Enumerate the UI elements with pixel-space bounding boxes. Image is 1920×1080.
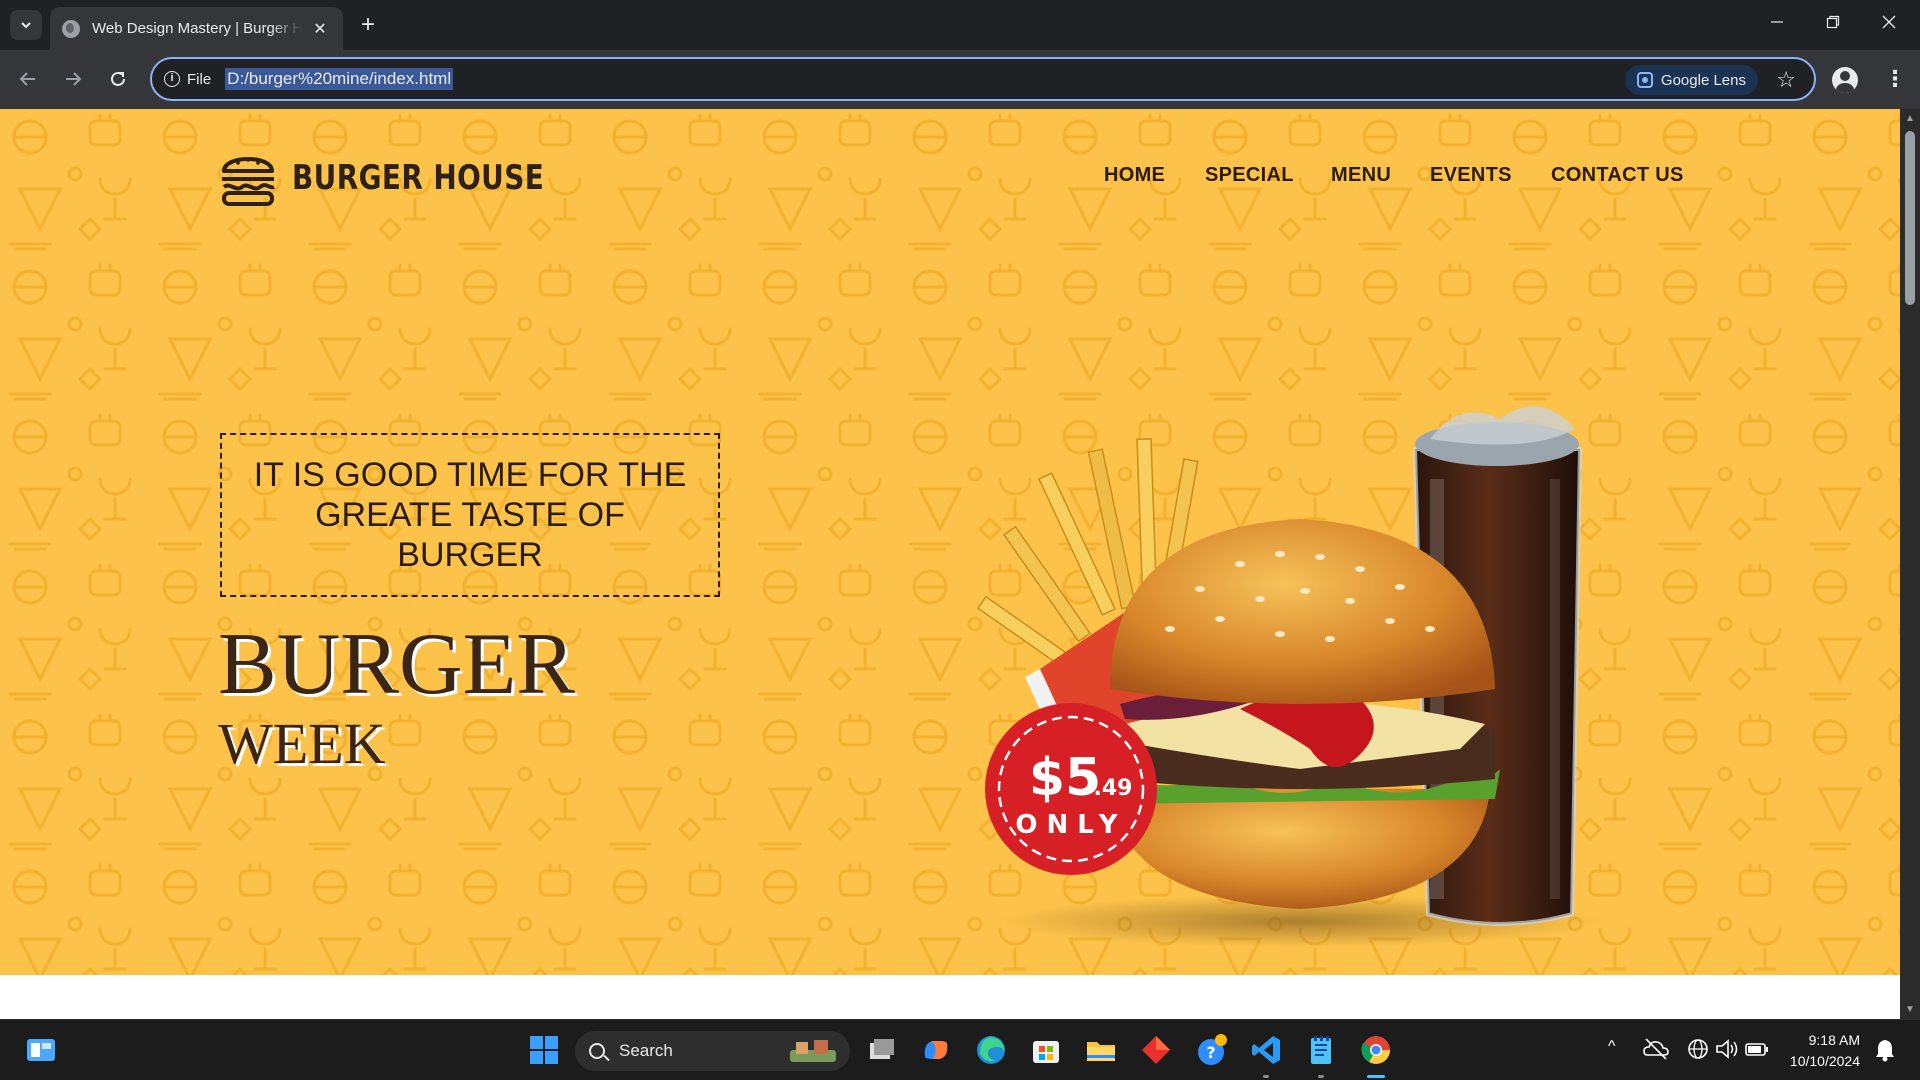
price-cents: .49: [1094, 776, 1133, 801]
tagline-box: IT IS GOOD TIME FOR THE GREATE TASTE OF …: [220, 433, 720, 597]
taskbar-search[interactable]: Search: [575, 1031, 850, 1071]
price-badge: $5 .49 ONLY: [985, 703, 1157, 875]
browser-tab-active[interactable]: Web Design Mastery | Burger House ✕: [50, 7, 343, 50]
chevron-down-icon: [21, 22, 31, 29]
headline-burger: BURGER: [218, 616, 575, 713]
vscode-icon[interactable]: [1249, 1033, 1283, 1067]
show-hidden-icons-chevron-icon[interactable]: ^: [1608, 1038, 1616, 1056]
minimize-icon: [1771, 21, 1783, 23]
widgets-icon[interactable]: [24, 1033, 58, 1067]
notepad-icon[interactable]: [1304, 1033, 1338, 1067]
nav-menu[interactable]: MENU: [1331, 164, 1391, 187]
globe-icon: [62, 19, 80, 38]
app-diamond-icon[interactable]: [1139, 1033, 1173, 1067]
notepad-running-indicator: [1318, 1075, 1324, 1078]
headline: BURGER WEEK: [218, 619, 575, 777]
info-icon[interactable]: i: [164, 71, 180, 87]
hero-section: BURGER HOUSE HOME SPECIAL MENU EVENTS CO…: [0, 109, 1900, 975]
close-icon: [1882, 15, 1896, 29]
arrow-left-icon: [19, 72, 35, 86]
close-window-button[interactable]: [1866, 10, 1912, 40]
system-clock[interactable]: 9:18 AM 10/10/2024: [1780, 1030, 1860, 1072]
svg-text:?: ?: [1206, 1043, 1215, 1062]
bookmark-star-icon[interactable]: ☆: [1776, 67, 1796, 93]
restore-button[interactable]: [1810, 10, 1856, 40]
onedrive-icon[interactable]: [1642, 1035, 1670, 1063]
volume-icon[interactable]: [1714, 1035, 1740, 1063]
nav-contact-us[interactable]: CONTACT US: [1551, 164, 1684, 187]
headline-week: WEEK: [218, 711, 386, 776]
price-note: ONLY: [1015, 810, 1126, 840]
battery-icon[interactable]: [1744, 1035, 1770, 1063]
profile-avatar-icon[interactable]: [1832, 67, 1858, 93]
search-icon: [589, 1043, 605, 1059]
arrow-right-icon: [66, 72, 82, 86]
tagline-text: IT IS GOOD TIME FOR THE GREATE TASTE OF …: [253, 456, 687, 574]
url-text[interactable]: D:/burger%20mine/index.html: [225, 68, 454, 90]
clock-date: 10/10/2024: [1789, 1053, 1860, 1069]
chrome-icon[interactable]: [1359, 1033, 1393, 1067]
search-highlight-icon: [790, 1040, 836, 1062]
clock-time: 9:18 AM: [1808, 1032, 1860, 1048]
network-globe-icon[interactable]: [1686, 1035, 1712, 1063]
copilot-icon[interactable]: [919, 1033, 953, 1067]
tab-close-button[interactable]: ✕: [309, 19, 331, 39]
new-tab-button[interactable]: +: [354, 12, 382, 40]
site-logo[interactable]: BURGER HOUSE: [220, 149, 600, 207]
taskbar-search-label: Search: [619, 1041, 673, 1060]
browser-tab-bar: Web Design Mastery | Burger House ✕ +: [0, 0, 1920, 50]
google-lens-label: Google Lens: [1660, 71, 1746, 89]
windows-start-icon[interactable]: [527, 1033, 561, 1067]
price-main: $5: [1029, 748, 1101, 808]
get-help-icon[interactable]: ?: [1194, 1033, 1228, 1067]
minimize-button[interactable]: [1754, 10, 1800, 40]
scroll-down-icon[interactable]: ▼: [1905, 1004, 1915, 1015]
nav-events[interactable]: EVENTS: [1430, 164, 1512, 187]
back-button[interactable]: [13, 66, 43, 96]
reload-icon: [111, 71, 125, 86]
task-view-icon[interactable]: [864, 1033, 898, 1067]
google-lens-button[interactable]: Google Lens: [1624, 65, 1758, 95]
burger-logo-icon: [222, 157, 275, 206]
scroll-up-icon[interactable]: ▲: [1905, 113, 1915, 124]
nav-special[interactable]: SPECIAL: [1205, 164, 1294, 187]
logo-text: BURGER HOUSE: [292, 158, 545, 198]
vscode-running-indicator: [1263, 1075, 1269, 1078]
nav-home[interactable]: HOME: [1104, 164, 1165, 187]
scheme-label: File: [187, 70, 212, 88]
notification-bell-icon[interactable]: [1874, 1037, 1896, 1063]
more-menu-icon[interactable]: ⋮: [1884, 64, 1906, 94]
windows-taskbar: Search ? ^ 9:18 AM 10/10/2024: [0, 1019, 1920, 1080]
browser-toolbar: i File D:/burger%20mine/index.html Googl…: [0, 50, 1920, 109]
scrollbar-thumb[interactable]: [1905, 131, 1915, 305]
tab-search-button[interactable]: [10, 10, 42, 40]
tab-title: Web Design Mastery | Burger House: [92, 20, 302, 37]
chrome-active-indicator: [1367, 1075, 1385, 1078]
file-explorer-icon[interactable]: [1084, 1033, 1118, 1067]
edge-browser-icon[interactable]: [974, 1033, 1008, 1067]
page-viewport: BURGER HOUSE HOME SPECIAL MENU EVENTS CO…: [0, 109, 1900, 1019]
store-icon[interactable]: [1029, 1033, 1063, 1067]
forward-button[interactable]: [58, 66, 88, 96]
reload-button[interactable]: [103, 66, 133, 96]
camera-icon: [1636, 72, 1653, 88]
restore-icon: [1826, 15, 1840, 29]
page-scrollbar[interactable]: ▲ ▼: [1900, 109, 1920, 1019]
address-bar[interactable]: i File D:/burger%20mine/index.html Googl…: [150, 57, 1816, 101]
